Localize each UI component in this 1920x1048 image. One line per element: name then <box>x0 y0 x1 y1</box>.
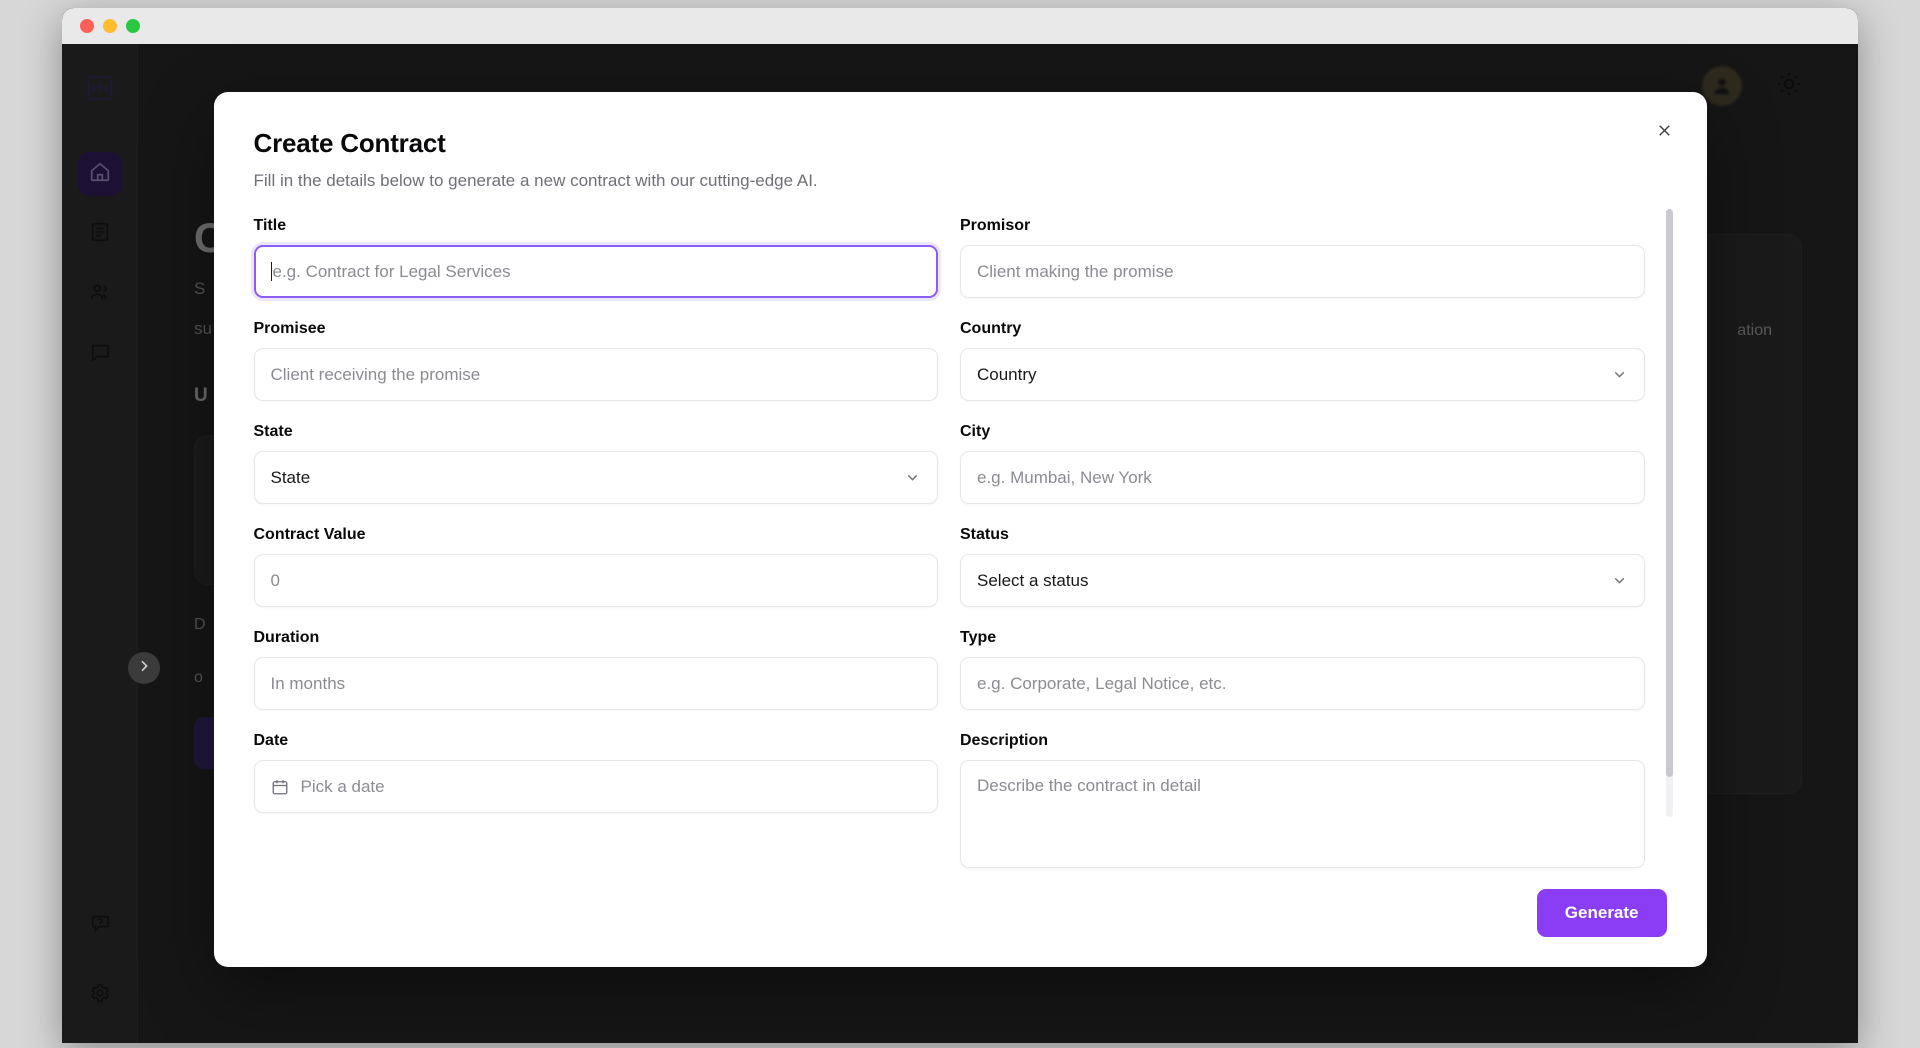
state-select[interactable]: State <box>254 451 939 504</box>
field-duration: Duration In months <box>254 629 939 710</box>
chevron-down-icon <box>904 469 921 486</box>
field-city-label: City <box>960 423 1645 441</box>
window-minimize-button[interactable] <box>103 19 117 33</box>
form-scrollbar-thumb[interactable] <box>1666 209 1673 777</box>
chevron-down-icon <box>1611 366 1628 383</box>
chevron-down-icon <box>1611 572 1628 589</box>
contract-form-grid: Title e.g. Contract for Legal Services P… <box>254 217 1667 868</box>
promisor-input-placeholder: Client making the promise <box>977 262 1174 282</box>
modal-footer: Generate <box>214 871 1707 967</box>
duration-input-placeholder: In months <box>271 674 346 694</box>
field-state-label: State <box>254 423 939 441</box>
field-promisee-label: Promisee <box>254 320 939 338</box>
modal-overlay[interactable]: Create Contract Fill in the details belo… <box>62 44 1858 1043</box>
modal-header: Create Contract Fill in the details belo… <box>214 92 1707 191</box>
modal-description: Fill in the details below to generate a … <box>254 171 1667 191</box>
generate-button[interactable]: Generate <box>1537 889 1667 937</box>
field-date-label: Date <box>254 732 939 750</box>
field-state: State State <box>254 423 939 504</box>
field-contract-value: Contract Value 0 <box>254 526 939 607</box>
promisee-input[interactable]: Client receiving the promise <box>254 348 939 401</box>
title-input-placeholder: e.g. Contract for Legal Services <box>273 262 511 282</box>
modal-form-scroll-area: Title e.g. Contract for Legal Services P… <box>214 191 1707 871</box>
app-window: C S su U D o ation <box>62 8 1858 1043</box>
field-type-label: Type <box>960 629 1645 647</box>
field-status: Status Select a status <box>960 526 1645 607</box>
field-title: Title e.g. Contract for Legal Services <box>254 217 939 298</box>
description-textarea-placeholder: Describe the contract in detail <box>977 776 1201 796</box>
field-country: Country Country <box>960 320 1645 401</box>
form-scrollbar-track[interactable] <box>1666 209 1673 817</box>
field-promisor: Promisor Client making the promise <box>960 217 1645 298</box>
field-status-label: Status <box>960 526 1645 544</box>
country-select[interactable]: Country <box>960 348 1645 401</box>
app-body: C S su U D o ation <box>62 44 1858 1043</box>
date-picker-button[interactable]: Pick a date <box>254 760 939 813</box>
field-title-label: Title <box>254 217 939 235</box>
state-select-value: State <box>271 468 311 488</box>
field-promisor-label: Promisor <box>960 217 1645 235</box>
description-textarea[interactable]: Describe the contract in detail <box>960 760 1645 868</box>
promisee-input-placeholder: Client receiving the promise <box>271 365 481 385</box>
status-select[interactable]: Select a status <box>960 554 1645 607</box>
calendar-icon <box>271 778 289 796</box>
field-description-label: Description <box>960 732 1645 750</box>
field-promisee: Promisee Client receiving the promise <box>254 320 939 401</box>
field-country-label: Country <box>960 320 1645 338</box>
desktop-backdrop: C S su U D o ation <box>0 0 1920 1048</box>
field-contract-value-label: Contract Value <box>254 526 939 544</box>
type-input-placeholder: e.g. Corporate, Legal Notice, etc. <box>977 674 1226 694</box>
status-select-value: Select a status <box>977 571 1089 591</box>
field-duration-label: Duration <box>254 629 939 647</box>
modal-title: Create Contract <box>254 128 1667 159</box>
field-description: Description Describe the contract in det… <box>960 732 1645 868</box>
country-select-value: Country <box>977 365 1037 385</box>
window-titlebar <box>62 8 1858 44</box>
city-input-placeholder: e.g. Mumbai, New York <box>977 468 1152 488</box>
chevron-right-icon <box>136 658 152 679</box>
window-close-button[interactable] <box>80 19 94 33</box>
field-date: Date Pick a date <box>254 732 939 868</box>
create-contract-modal: Create Contract Fill in the details belo… <box>214 92 1707 967</box>
window-maximize-button[interactable] <box>126 19 140 33</box>
date-picker-placeholder: Pick a date <box>301 777 385 797</box>
field-type: Type e.g. Corporate, Legal Notice, etc. <box>960 629 1645 710</box>
field-city: City e.g. Mumbai, New York <box>960 423 1645 504</box>
type-input[interactable]: e.g. Corporate, Legal Notice, etc. <box>960 657 1645 710</box>
promisor-input[interactable]: Client making the promise <box>960 245 1645 298</box>
text-caret <box>271 262 272 281</box>
contract-value-input-placeholder: 0 <box>271 571 280 591</box>
city-input[interactable]: e.g. Mumbai, New York <box>960 451 1645 504</box>
title-input[interactable]: e.g. Contract for Legal Services <box>254 245 939 298</box>
duration-input[interactable]: In months <box>254 657 939 710</box>
contract-value-input[interactable]: 0 <box>254 554 939 607</box>
close-icon[interactable] <box>1649 114 1681 146</box>
sidebar-expand-button[interactable] <box>128 652 160 684</box>
